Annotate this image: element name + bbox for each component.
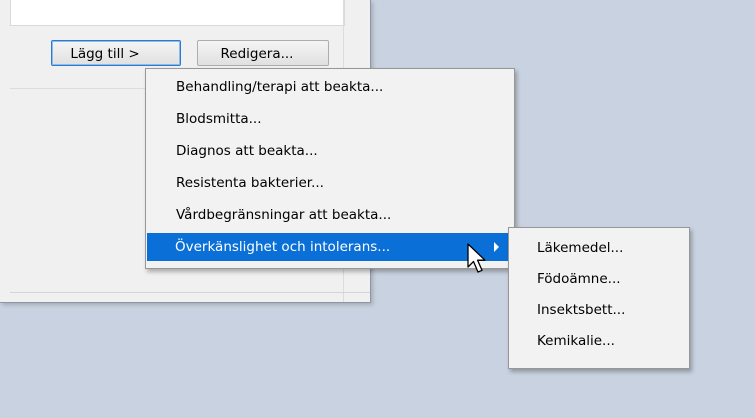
menu-item-vardbegransningar[interactable]: Vårdbegränsningar att beakta... [148, 200, 512, 230]
menu-item-overkanslighet[interactable]: Överkänslighet och intolerans... [147, 233, 511, 261]
menu-item-label: Överkänslighet och intolerans... [175, 239, 391, 255]
submenu-item-insektsbett[interactable]: Insektsbett... [511, 296, 687, 325]
menu-item-diagnos[interactable]: Diagnos att beakta... [148, 136, 512, 166]
add-button[interactable]: Lägg till > [51, 40, 181, 66]
edit-button[interactable]: Redigera... [197, 40, 329, 66]
submenu-item-lakemedel[interactable]: Läkemedel... [511, 234, 687, 263]
context-menu: Behandling/terapi att beakta... Blodsmit… [145, 68, 515, 269]
divider [10, 292, 370, 293]
submenu-item-kemikalie[interactable]: Kemikalie... [511, 327, 687, 356]
submenu: Läkemedel... Födoämne... Insektsbett... … [508, 227, 690, 369]
menu-item-behandling[interactable]: Behandling/terapi att beakta... [148, 72, 512, 102]
chevron-right-icon [494, 242, 499, 252]
mouse-pointer-icon [467, 243, 486, 273]
submenu-item-fodoamne[interactable]: Födoämne... [511, 265, 687, 294]
menu-item-resistenta[interactable]: Resistenta bakterier... [148, 168, 512, 198]
list-pane[interactable] [10, 0, 345, 26]
menu-item-blodsmitta[interactable]: Blodsmitta... [148, 104, 512, 134]
